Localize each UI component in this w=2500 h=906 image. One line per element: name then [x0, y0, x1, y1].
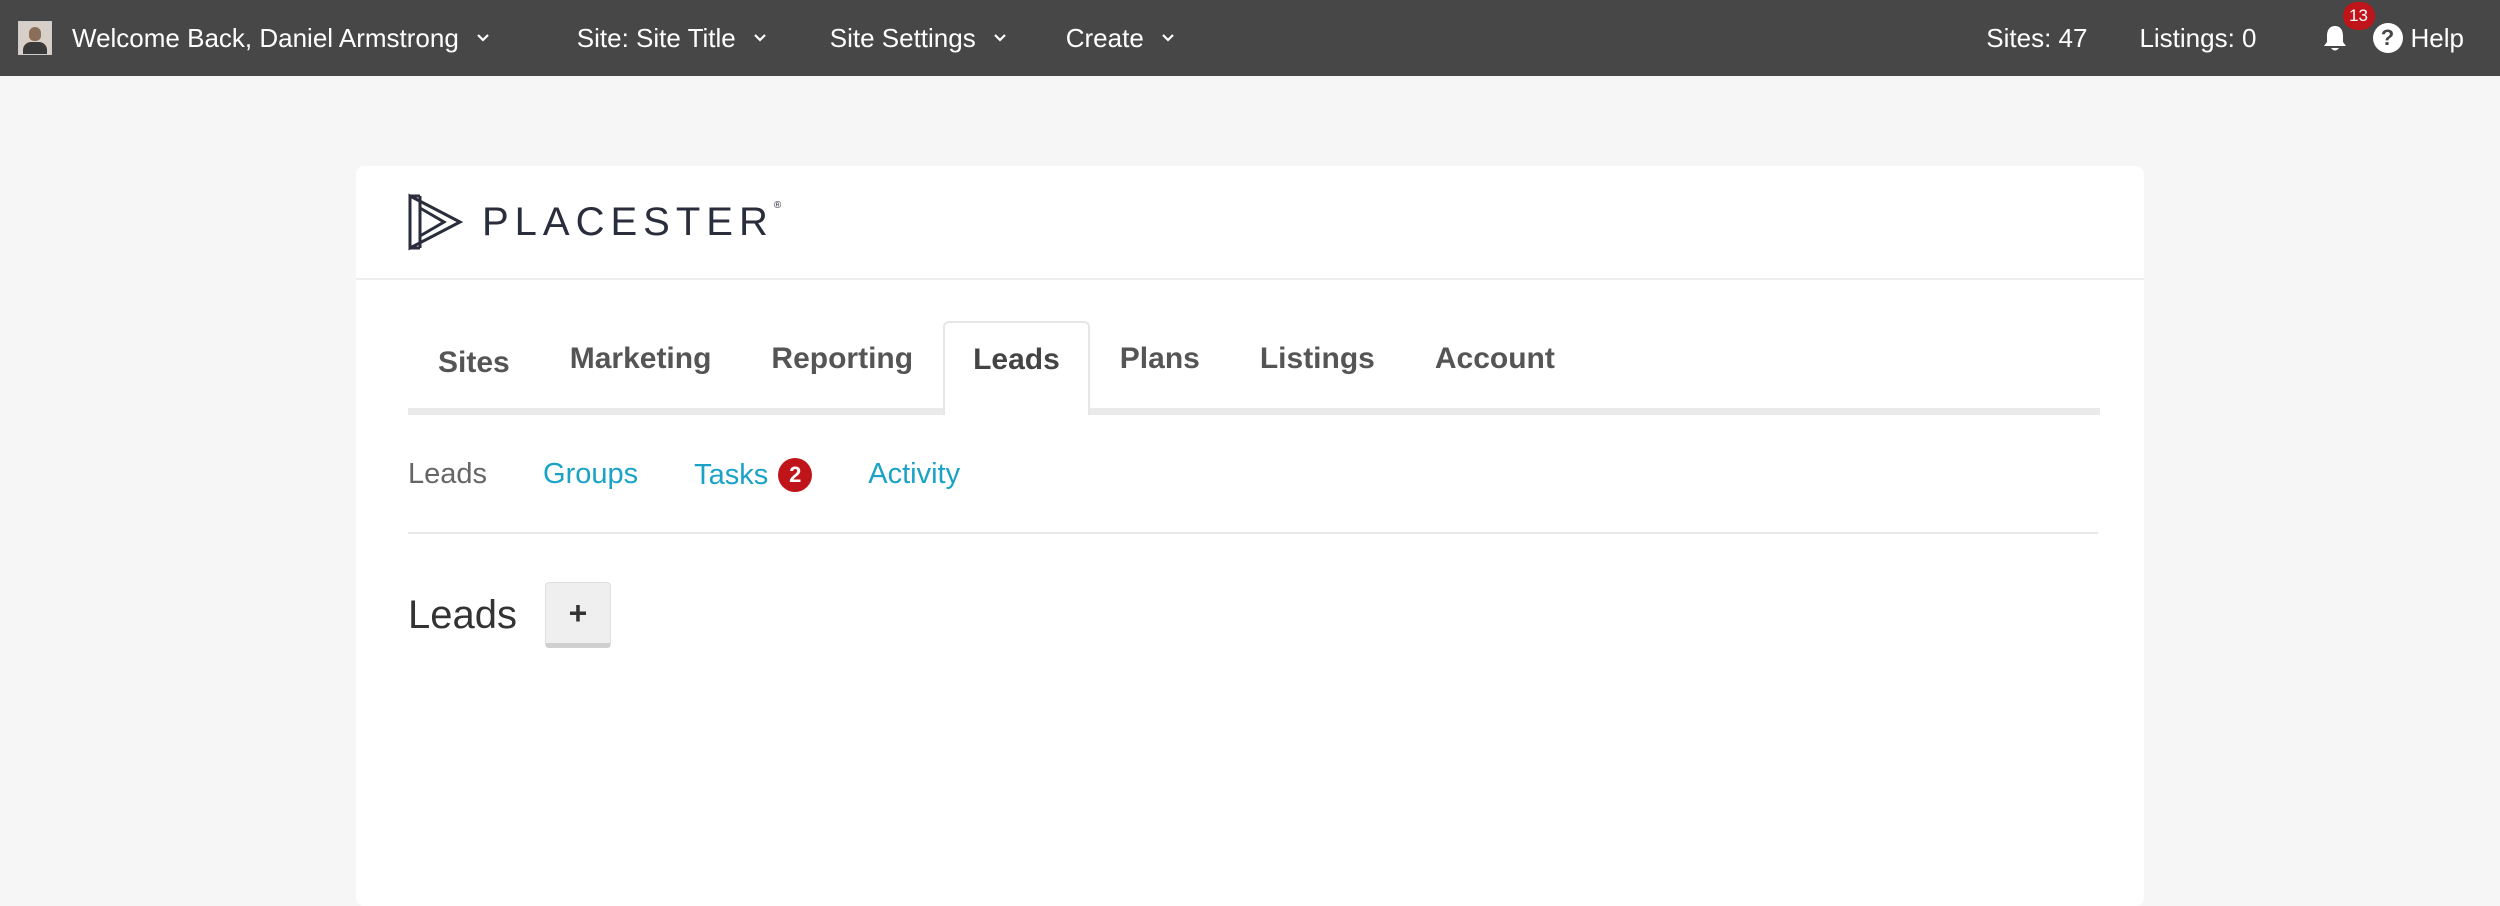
tab-plans[interactable]: Plans	[1090, 342, 1230, 408]
page-heading: Leads +	[408, 582, 611, 648]
tab-reporting[interactable]: Reporting	[741, 342, 943, 408]
help-icon: ?	[2372, 23, 2403, 53]
site-settings-label: Site Settings	[829, 22, 976, 53]
welcome-text: Welcome Back, Daniel Armstrong	[72, 22, 459, 53]
avatar	[18, 21, 52, 55]
page-title: Leads	[408, 592, 517, 637]
subtab-leads[interactable]: Leads	[408, 458, 487, 491]
subtab-activity[interactable]: Activity	[868, 458, 960, 491]
logo-text: PLACESTER®	[482, 199, 782, 244]
subtab-tasks-label: Tasks	[694, 458, 769, 491]
tab-leads[interactable]: Leads	[943, 321, 1090, 415]
tab-marketing[interactable]: Marketing	[540, 342, 742, 408]
notification-badge: 13	[2342, 2, 2375, 30]
add-lead-button[interactable]: +	[544, 582, 611, 648]
notifications-button[interactable]: 13	[2319, 2, 2375, 54]
tab-sites[interactable]: Sites	[408, 346, 540, 408]
tasks-badge: 2	[778, 458, 813, 492]
tab-listings[interactable]: Listings	[1230, 342, 1405, 408]
site-menu[interactable]: Site: Site Title	[577, 23, 770, 54]
sub-tabs: Leads Groups Tasks 2 Activity	[408, 458, 2098, 534]
help-button[interactable]: ? Help	[2372, 22, 2464, 54]
tab-account[interactable]: Account	[1405, 342, 1585, 408]
main-tabs: Sites Marketing Reporting Leads Plans Li…	[408, 314, 2100, 415]
sites-count[interactable]: Sites: 47	[1986, 23, 2087, 54]
site-label: Site: Site Title	[576, 22, 736, 53]
chevron-down-icon	[993, 34, 1006, 42]
create-menu[interactable]: Create	[1066, 23, 1178, 54]
create-label: Create	[1065, 22, 1144, 53]
subtab-groups[interactable]: Groups	[543, 458, 638, 491]
chevron-down-icon	[1162, 34, 1174, 42]
user-menu[interactable]: Welcome Back, Daniel Armstrong	[0, 21, 493, 55]
placester-logo-icon	[408, 193, 464, 251]
bell-icon	[2323, 26, 2346, 51]
top-bar: Welcome Back, Daniel Armstrong Site: Sit…	[0, 0, 2500, 76]
subtab-tasks[interactable]: Tasks 2	[694, 458, 813, 492]
chevron-down-icon	[753, 34, 766, 42]
listings-count[interactable]: Listings: 0	[2139, 23, 2256, 54]
help-label: Help	[2410, 22, 2464, 53]
main-card: PLACESTER® Sites Marketing Reporting Lea…	[356, 166, 2144, 906]
logo-header: PLACESTER®	[356, 166, 2144, 280]
chevron-down-icon	[477, 34, 489, 42]
site-settings-menu[interactable]: Site Settings	[830, 23, 1010, 54]
